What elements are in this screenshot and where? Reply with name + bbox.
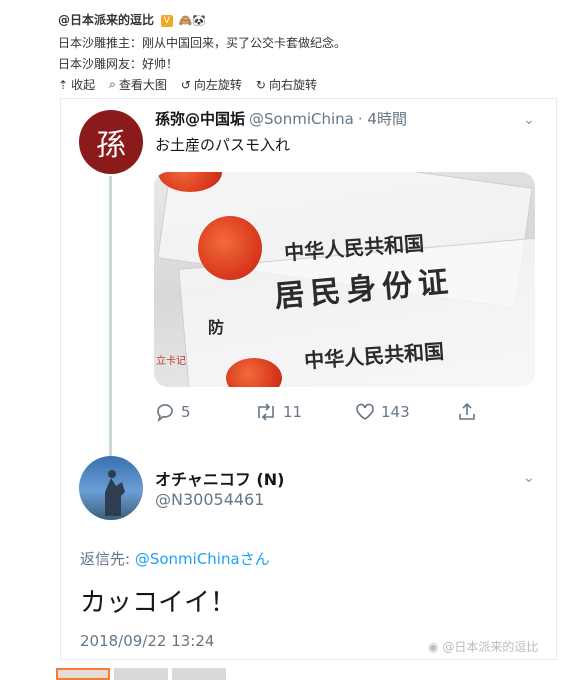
reply-text: カッコイイ！ [80, 588, 237, 618]
thumbnail-1[interactable] [56, 668, 110, 680]
heart-icon [356, 403, 374, 420]
thumbnail-3[interactable] [172, 668, 226, 680]
reply-handle[interactable]: @N30054461 [155, 490, 264, 509]
rotate-right-icon: ↻ [255, 77, 266, 92]
post-text-line1: 日本沙雕推主：刚从中国回来，买了公交卡套做纪念。 [58, 36, 347, 50]
post-text-line2: 日本沙雕网友：好帅！ [58, 57, 179, 71]
weibo-watermark: ◉ @日本派来的逗比 [428, 640, 539, 654]
rotate-right-button[interactable]: ↻ 向右旋转 [256, 76, 317, 93]
tweet-handle: @SonmiChina [249, 110, 354, 128]
magnifier-icon: ⌕ [109, 77, 116, 91]
mention-link[interactable]: @SonmiChinaさん [135, 550, 270, 568]
retweet-button[interactable]: 11 [255, 402, 302, 422]
photo-text-side: 防 [208, 318, 225, 337]
collapse-button[interactable]: ⇡ 收起 [58, 76, 95, 93]
verified-icon: V [160, 14, 173, 27]
emblem-icon [198, 216, 262, 280]
post-header: @日本派来的逗比 V 🙈🐼 [58, 11, 206, 28]
chevron-down-icon[interactable]: ⌄ [523, 470, 535, 486]
reply-icon [157, 404, 173, 422]
reply-timestamp[interactable]: 2018/09/22 13:24 [80, 632, 214, 650]
tweet-photo[interactable]: 中华人民共和国 居民身份证 防 中华人民共和国 立卡记 [154, 172, 535, 387]
view-large-button[interactable]: ⌕ 查看大图 [109, 76, 167, 93]
post-author[interactable]: @日本派来的逗比 [58, 13, 154, 27]
tweet-time: · 4時間 [357, 110, 407, 128]
image-toolbar: ⇡ 收起 ⌕ 查看大图 ↺ 向左旋转 ↻ 向右旋转 [58, 76, 317, 93]
like-button[interactable]: 143 [355, 402, 410, 422]
thumbnail-2[interactable] [114, 668, 168, 680]
tweet-avatar[interactable]: 孫 [79, 110, 143, 174]
rotate-left-icon: ↺ [180, 77, 191, 92]
thumbnail-strip [56, 668, 226, 680]
reply-author[interactable]: オチャニコフ (N) [155, 466, 284, 490]
statue-icon [105, 470, 125, 516]
share-icon [459, 402, 475, 420]
collapse-icon: ⇡ [58, 77, 69, 92]
emoji-icon: 🙈🐼 [178, 14, 207, 27]
reply-button[interactable]: 5 [155, 402, 191, 422]
reply-avatar[interactable] [79, 456, 143, 520]
weibo-logo-icon: ◉ [428, 640, 439, 654]
chevron-down-icon[interactable]: ⌄ [523, 112, 535, 128]
photo-text-tag: 立卡记 [156, 356, 186, 367]
retweet-icon [258, 403, 274, 421]
thread-line [109, 176, 112, 458]
reply-to: 返信先: @SonmiChinaさん [80, 550, 270, 568]
rotate-left-button[interactable]: ↺ 向左旋转 [181, 76, 242, 93]
tweet-text: お土産のパスモ入れ [155, 136, 291, 154]
share-button[interactable] [457, 402, 477, 422]
tweet-author[interactable]: 孫弥@中国垢 @SonmiChina · 4時間 [155, 108, 407, 129]
